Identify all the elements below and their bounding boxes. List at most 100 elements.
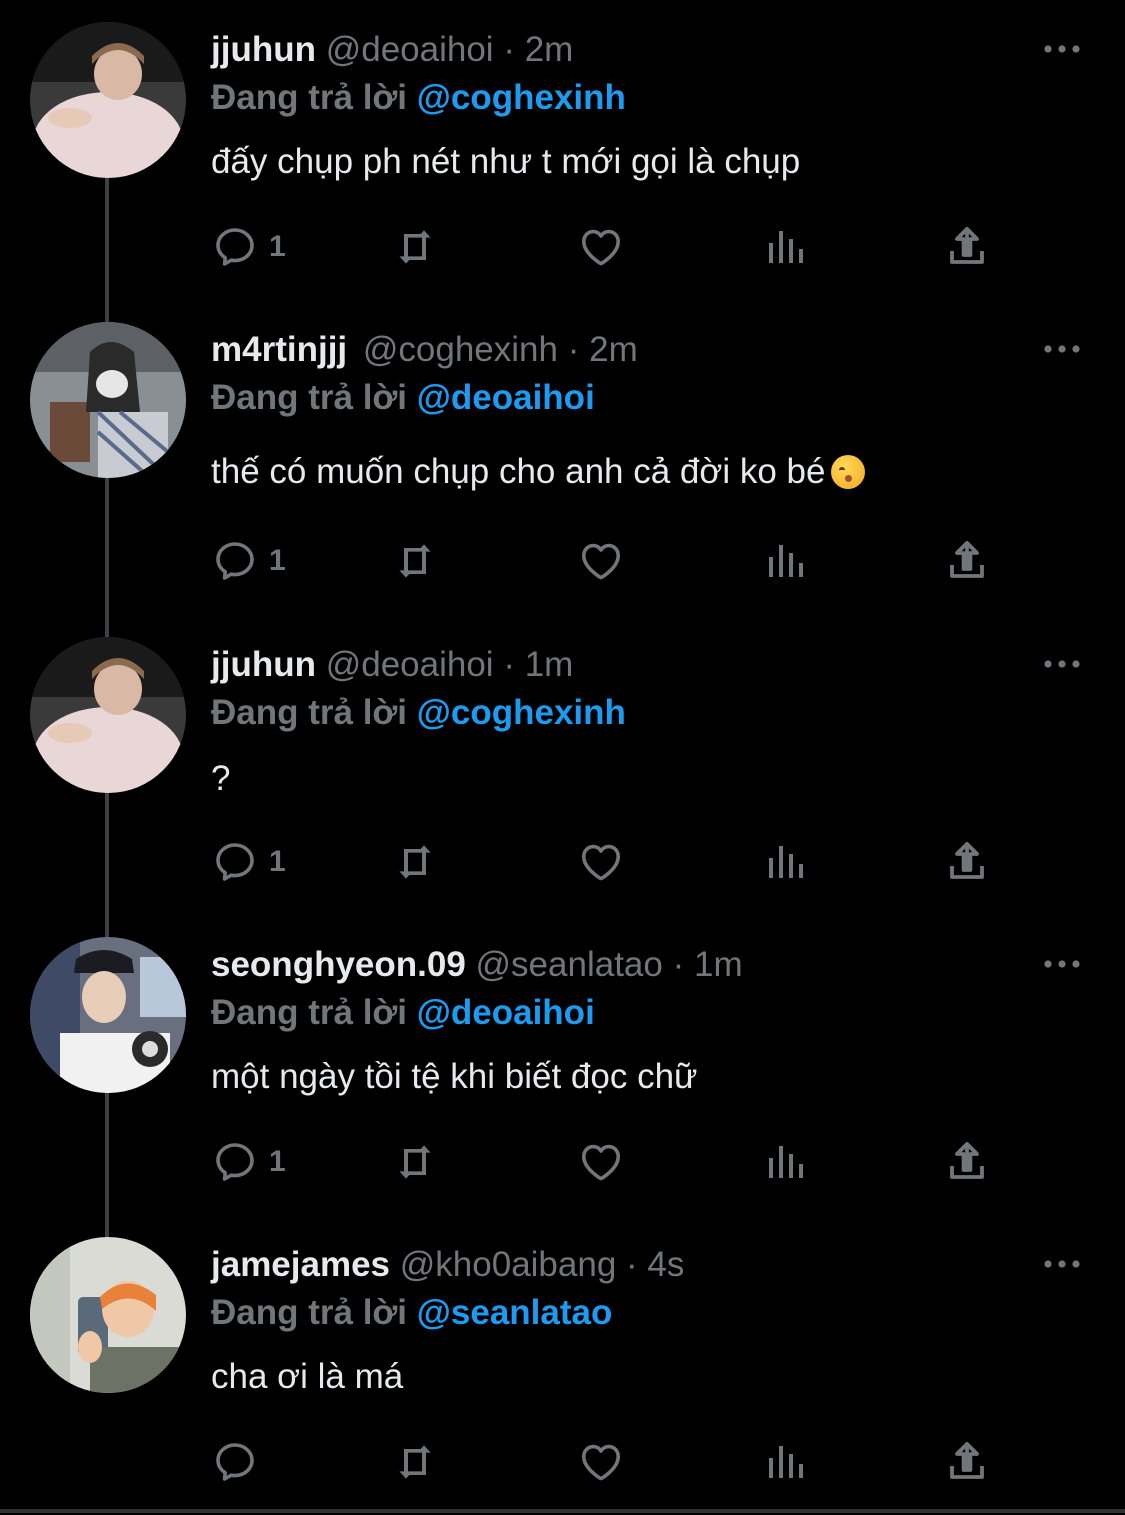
reply-count: 1 [269, 544, 286, 577]
more-icon[interactable] [1040, 649, 1084, 679]
reply-context: Đang trả lời @seanlatao [211, 1291, 612, 1335]
action-bar: 1 [211, 222, 1011, 272]
retweet-button[interactable] [391, 1137, 439, 1187]
avatar[interactable] [30, 1237, 186, 1393]
views-button[interactable] [761, 837, 809, 887]
like-button[interactable] [577, 837, 625, 887]
timestamp[interactable]: 1m [525, 645, 574, 684]
user-handle[interactable]: @seanlatao [476, 945, 663, 984]
reply-icon [211, 1438, 259, 1486]
avatar[interactable] [30, 22, 186, 178]
retweet-icon [391, 537, 439, 585]
reply-prefix: Đang trả lời [211, 378, 408, 417]
display-name[interactable]: jjuhun [211, 30, 316, 69]
more-icon[interactable] [1040, 1249, 1084, 1279]
user-handle[interactable]: @kho0aibang [400, 1245, 617, 1284]
views-icon [761, 838, 809, 886]
like-button[interactable] [577, 1137, 625, 1187]
more-icon[interactable] [1040, 949, 1084, 979]
reply-button[interactable]: 1 [211, 1137, 286, 1187]
retweet-icon [391, 1138, 439, 1186]
retweet-icon [391, 1438, 439, 1486]
reply-count: 1 [269, 230, 286, 263]
avatar[interactable] [30, 322, 186, 478]
retweet-button[interactable] [391, 1437, 439, 1487]
like-button[interactable] [577, 222, 625, 272]
separator-dot: · [626, 1245, 638, 1284]
timestamp[interactable]: 2m [525, 30, 574, 69]
user-handle[interactable]: @deoaihoi [326, 30, 494, 69]
tweet[interactable]: jamejames @kho0aibang · 4s Đang trả lời … [0, 1215, 1125, 1515]
reply-mention[interactable]: @deoaihoi [417, 378, 595, 417]
reply-context: Đang trả lời @coghexinh [211, 76, 626, 120]
tweet-text: cha ơi là má [211, 1357, 404, 1396]
tweet[interactable]: jjuhun @deoaihoi · 2m Đang trả lời @cogh… [0, 0, 1125, 300]
tweet-header: jjuhun @deoaihoi · 1m [211, 643, 573, 687]
retweet-button[interactable] [391, 536, 439, 586]
share-button[interactable] [943, 1137, 991, 1187]
user-handle[interactable]: @deoaihoi [326, 645, 494, 684]
views-icon [761, 1438, 809, 1486]
views-button[interactable] [761, 222, 809, 272]
reply-context: Đang trả lời @deoaihoi [211, 376, 595, 420]
reply-mention[interactable]: @deoaihoi [417, 993, 595, 1032]
views-icon [761, 1138, 809, 1186]
display-name[interactable]: jamejames [211, 1245, 390, 1284]
reply-prefix: Đang trả lời [211, 993, 408, 1032]
action-bar: 1 [211, 1137, 1011, 1187]
share-icon [943, 537, 991, 585]
display-name[interactable]: seonghyeon.09 [211, 945, 466, 984]
retweet-icon [391, 223, 439, 271]
like-button[interactable] [577, 1437, 625, 1487]
views-button[interactable] [761, 536, 809, 586]
reply-mention[interactable]: @coghexinh [417, 693, 626, 732]
tweet-text: đấy chụp ph nét như t mới gọi là chụp [211, 142, 801, 181]
reply-icon [211, 537, 259, 585]
views-button[interactable] [761, 1137, 809, 1187]
tweet-header: seonghyeon.09 @seanlatao · 1m [211, 943, 743, 987]
more-icon[interactable] [1040, 334, 1084, 364]
reply-context: Đang trả lời @coghexinh [211, 691, 626, 735]
reply-button[interactable] [211, 1437, 269, 1487]
display-name[interactable]: jjuhun [211, 645, 316, 684]
tweet-text-content: thế có muốn chụp cho anh cả đời ko bé [211, 452, 826, 491]
user-handle[interactable]: @coghexinh [363, 330, 558, 369]
reply-mention[interactable]: @coghexinh [417, 78, 626, 117]
views-icon [761, 223, 809, 271]
tweet[interactable]: m4rtinjjj @coghexinh · 2m Đang trả lời @… [0, 300, 1125, 600]
timestamp[interactable]: 4s [647, 1245, 684, 1284]
avatar[interactable] [30, 637, 186, 793]
share-button[interactable] [943, 222, 991, 272]
share-icon [943, 1438, 991, 1486]
like-button[interactable] [577, 536, 625, 586]
timestamp[interactable]: 1m [694, 945, 743, 984]
kissing-face-icon [831, 455, 866, 489]
tweet-header: m4rtinjjj @coghexinh · 2m [211, 328, 638, 372]
separator-dot: · [672, 945, 685, 984]
retweet-button[interactable] [391, 222, 439, 272]
more-icon[interactable] [1040, 34, 1084, 64]
tweet[interactable]: seonghyeon.09 @seanlatao · 1m Đang trả l… [0, 915, 1125, 1215]
tweet-header: jamejames @kho0aibang · 4s [211, 1243, 684, 1287]
reply-prefix: Đang trả lời [211, 78, 408, 117]
display-name[interactable]: m4rtinjjj [211, 330, 347, 369]
share-button[interactable] [943, 837, 991, 887]
reply-icon [211, 838, 259, 886]
tweet[interactable]: jjuhun @deoaihoi · 1m Đang trả lời @cogh… [0, 615, 1125, 915]
action-bar: 1 [211, 536, 1011, 586]
retweet-button[interactable] [391, 837, 439, 887]
reply-button[interactable]: 1 [211, 536, 286, 586]
reply-button[interactable]: 1 [211, 222, 286, 272]
avatar[interactable] [30, 937, 186, 1093]
reply-button[interactable]: 1 [211, 837, 286, 887]
like-icon [577, 1438, 625, 1486]
share-icon [943, 223, 991, 271]
tweet-header: jjuhun @deoaihoi · 2m [211, 28, 573, 72]
timestamp[interactable]: 2m [589, 330, 638, 369]
share-button[interactable] [943, 536, 991, 586]
reply-icon [211, 223, 259, 271]
reply-mention[interactable]: @seanlatao [417, 1293, 613, 1332]
share-button[interactable] [943, 1437, 991, 1487]
views-button[interactable] [761, 1437, 809, 1487]
separator-dot: · [567, 330, 580, 369]
